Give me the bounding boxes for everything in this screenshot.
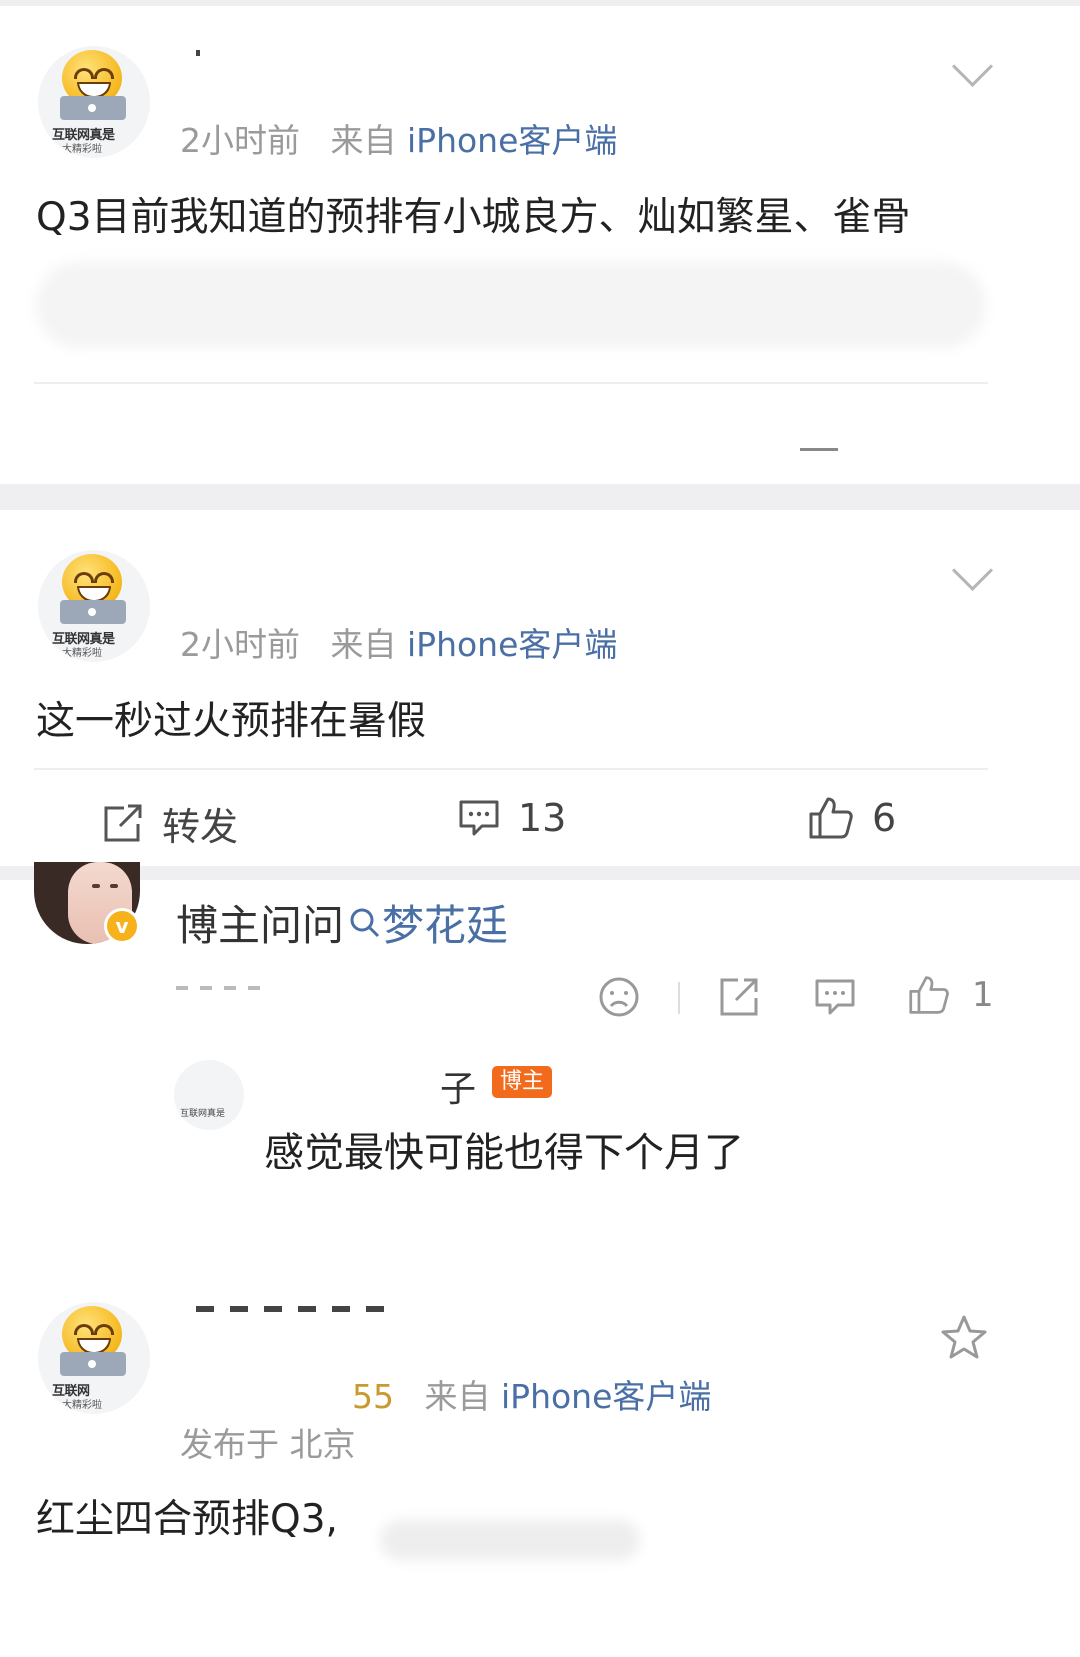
- repost-button[interactable]: 转发: [102, 796, 238, 851]
- user-avatar[interactable]: 互联网真是 大精彩啦: [38, 46, 150, 158]
- search-icon: [350, 908, 380, 937]
- star-icon[interactable]: [940, 1314, 988, 1360]
- author-name-fragment: 子: [440, 1069, 477, 1110]
- post-time: 2小时前: [180, 625, 300, 664]
- faded-timestamp: [176, 986, 266, 990]
- username-fragment: [196, 1306, 396, 1312]
- blogger-name[interactable]: 子: [440, 1060, 476, 1112]
- post-source-link[interactable]: iPhone客户端: [407, 121, 617, 160]
- from-label: 来自: [424, 1377, 491, 1416]
- divider: [34, 382, 988, 384]
- post-meta: 55 来自 iPhone客户端: [352, 1370, 711, 1418]
- like-button[interactable]: 6: [808, 796, 896, 840]
- question-label: 博主问问: [176, 901, 345, 950]
- laptop-icon: [60, 600, 126, 624]
- user-avatar[interactable]: 互联网 大精彩啦: [38, 1302, 150, 1414]
- reply-text: 感觉最快可能也得下个月了: [264, 1130, 744, 1176]
- blurred-content: [380, 1520, 640, 1560]
- reply-like-button[interactable]: 1: [908, 974, 994, 1016]
- comment-icon[interactable]: [814, 976, 856, 1018]
- laptop-icon: [60, 96, 126, 120]
- laptop-icon: [60, 1352, 126, 1376]
- repost-label: 转发: [162, 805, 239, 849]
- post-location: 发布于 北京: [180, 1425, 356, 1464]
- post-time: 2小时前: [180, 121, 300, 160]
- comment-count: 13: [518, 796, 567, 840]
- search-term-link[interactable]: 梦花廷: [382, 892, 508, 953]
- divider: [34, 768, 988, 770]
- post-source-link[interactable]: iPhone客户端: [501, 1377, 711, 1416]
- verified-badge-icon: v: [104, 908, 140, 944]
- comment-button[interactable]: 13: [458, 796, 566, 840]
- repost-icon: [104, 804, 142, 841]
- username-fragment: [196, 50, 200, 56]
- post-text: 这一秒过火预排在暑假: [36, 699, 427, 744]
- like-count: 6: [872, 796, 897, 840]
- post-text: Q3目前我知道的预排有小城良方、灿如繁星、雀骨: [36, 195, 911, 240]
- chevron-down-icon[interactable]: [951, 549, 994, 592]
- post-meta: 2小时前 来自 iPhone客户端: [180, 618, 617, 666]
- from-label: 来自: [330, 121, 397, 160]
- divider: [678, 982, 680, 1014]
- avatar-caption: 互联网真是: [180, 1109, 226, 1119]
- sad-face-icon[interactable]: [598, 976, 640, 1018]
- reply-like-count: 1: [972, 975, 994, 1015]
- post-time: 55: [352, 1377, 394, 1416]
- avatar-caption-line2: 大精彩啦: [62, 648, 102, 659]
- question-row: 博主问问 梦花廷: [176, 892, 508, 953]
- thumbs-up-icon: [909, 976, 949, 1014]
- blogger-avatar[interactable]: 互联网真是: [174, 1060, 244, 1130]
- post-separator: [0, 484, 1080, 510]
- user-avatar[interactable]: 互联网真是 大精彩啦: [38, 550, 150, 662]
- avatar-caption-line2: 大精彩啦: [62, 1400, 102, 1411]
- share-icon[interactable]: [718, 976, 760, 1018]
- from-label: 来自: [330, 625, 397, 664]
- post-meta: 2小时前 来自 iPhone客户端: [180, 114, 617, 162]
- post-text: 红尘四合预排Q3,: [36, 1497, 338, 1542]
- avatar-caption-line2: 大精彩啦: [62, 144, 102, 155]
- post-source-link[interactable]: iPhone客户端: [407, 625, 617, 664]
- blurred-content-bar: [36, 262, 986, 348]
- top-separator: [0, 0, 1080, 6]
- comment-icon: [459, 800, 499, 836]
- post-separator: [0, 866, 1080, 880]
- chevron-down-icon[interactable]: [951, 45, 994, 88]
- blogger-badge: 博主: [492, 1066, 553, 1098]
- partial-action-icon: [800, 448, 838, 451]
- thumbs-up-icon: [809, 797, 853, 839]
